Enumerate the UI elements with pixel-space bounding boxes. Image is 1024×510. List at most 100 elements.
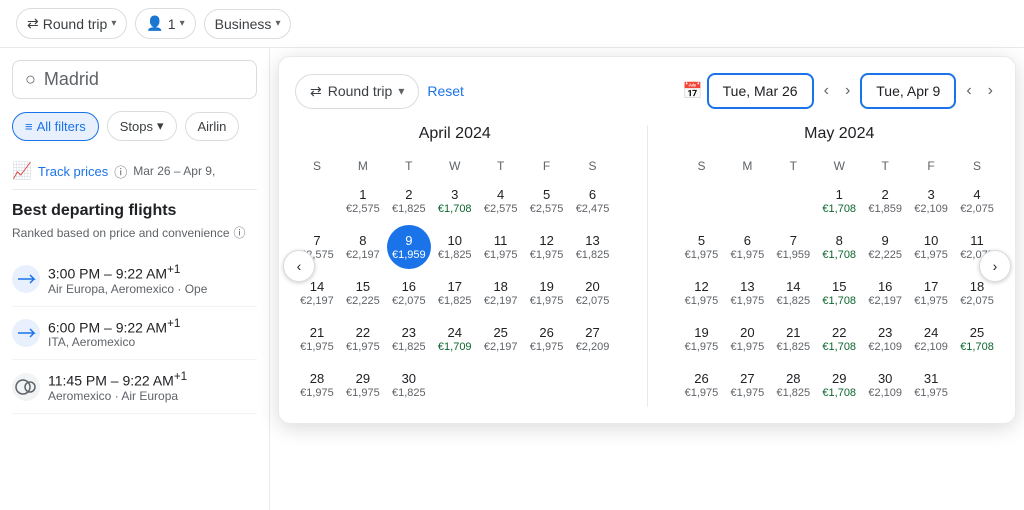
calendar-day[interactable]: 20 €2,075: [571, 271, 615, 315]
calendar-day[interactable]: 30 €2,109: [863, 363, 907, 407]
calendar-day[interactable]: 23 €1,825: [387, 317, 431, 361]
day-number: 8: [359, 233, 366, 248]
calendar-day[interactable]: 5 €1,975: [680, 225, 724, 269]
day-number: 31: [924, 371, 938, 386]
calendar-day[interactable]: 4 €2,575: [479, 179, 523, 223]
calendar-day[interactable]: 2 €1,825: [387, 179, 431, 223]
calendar-day[interactable]: 12 €1,975: [525, 225, 569, 269]
calendar-day[interactable]: 22 €1,708: [817, 317, 861, 361]
date-selectors: 📅 Tue, Mar 26 ‹ › Tue, Apr 9 ‹ ›: [683, 73, 999, 109]
calendar-day[interactable]: 9 €2,225: [863, 225, 907, 269]
calendar-day[interactable]: 15 €2,225: [341, 271, 385, 315]
calendar-day[interactable]: 17 €1,975: [909, 271, 953, 315]
day-number: 13: [740, 279, 754, 294]
calendar-day[interactable]: 4 €2,075: [955, 179, 999, 223]
calendar-day[interactable]: 2 €1,859: [863, 179, 907, 223]
calendar-day[interactable]: 6 €2,475: [571, 179, 615, 223]
reset-button[interactable]: Reset: [427, 83, 464, 99]
departure-prev-button[interactable]: ‹: [818, 78, 835, 104]
day-header: S: [955, 155, 999, 177]
calendar-day[interactable]: 24 €2,109: [909, 317, 953, 361]
calendar-day[interactable]: 14 €1,825: [771, 271, 815, 315]
calendar-day[interactable]: 6 €1,975: [725, 225, 769, 269]
calendar-day[interactable]: 16 €2,075: [387, 271, 431, 315]
airline-label: Airlin: [198, 119, 227, 134]
calendar-day[interactable]: 28 €1,975: [295, 363, 339, 407]
calendar-day[interactable]: 1 €1,708: [817, 179, 861, 223]
calendar-day[interactable]: 25 €2,197: [479, 317, 523, 361]
departure-date-selector[interactable]: Tue, Mar 26: [707, 73, 814, 109]
day-number: 19: [694, 325, 708, 340]
search-box[interactable]: ○ Madrid: [12, 60, 257, 99]
origin-input[interactable]: Madrid: [44, 69, 99, 90]
passengers-selector[interactable]: 👤 1 ▾: [135, 8, 195, 39]
calendar-day[interactable]: 19 €1,975: [680, 317, 724, 361]
track-prices-label[interactable]: Track prices: [38, 164, 108, 179]
roundtrip-selector[interactable]: ⇄ Round trip ▾: [295, 74, 419, 109]
all-filters-button[interactable]: ≡ All filters: [12, 112, 99, 141]
calendar-day[interactable]: 16 €2,197: [863, 271, 907, 315]
calendar-day[interactable]: 24 €1,709: [433, 317, 477, 361]
return-prev-button[interactable]: ‹: [960, 78, 977, 104]
flight-item-2[interactable]: 6:00 PM – 9:22 AM+1 ITA, Aeromexico: [12, 307, 257, 361]
calendar-day[interactable]: 23 €2,109: [863, 317, 907, 361]
calendar-day[interactable]: 17 €1,825: [433, 271, 477, 315]
calendar-day[interactable]: 9 €1,959: [387, 225, 431, 269]
calendar-day[interactable]: 25 €1,708: [955, 317, 999, 361]
calendar-day[interactable]: 26 €1,975: [680, 363, 724, 407]
calendar-day[interactable]: 11 €1,975: [479, 225, 523, 269]
calendar-day[interactable]: 13 €1,825: [571, 225, 615, 269]
calendar-day[interactable]: 3 €1,708: [433, 179, 477, 223]
calendar-day[interactable]: 30 €1,825: [387, 363, 431, 407]
calendar-day[interactable]: 15 €1,708: [817, 271, 861, 315]
calendar-day[interactable]: 18 €2,197: [479, 271, 523, 315]
calendar-day[interactable]: 29 €1,975: [341, 363, 385, 407]
calendar-right-nav[interactable]: ›: [979, 250, 1011, 282]
calendar-header-left: ⇄ Round trip ▾ Reset: [295, 74, 464, 109]
calendar-day[interactable]: 10 €1,975: [909, 225, 953, 269]
day-number: 12: [539, 233, 553, 248]
day-number: 11: [494, 233, 508, 248]
calendar-day[interactable]: 8 €2,197: [341, 225, 385, 269]
day-price: €2,575: [484, 203, 518, 215]
calendar-overlay: ⇄ Round trip ▾ Reset 📅 Tue, Mar 26 ‹ › T…: [278, 56, 1016, 424]
calendar-day[interactable]: 7 €1,959: [771, 225, 815, 269]
calendar-day[interactable]: 26 €1,975: [525, 317, 569, 361]
calendar-day[interactable]: 29 €1,708: [817, 363, 861, 407]
roundtrip-icon: ⇄: [310, 83, 322, 100]
day-number: 28: [786, 371, 800, 386]
flight-item-3[interactable]: 11:45 PM – 9:22 AM+1 Aeromexico · Air Eu…: [12, 360, 257, 414]
calendar-day[interactable]: 12 €1,975: [680, 271, 724, 315]
calendar-day[interactable]: 19 €1,975: [525, 271, 569, 315]
calendar-day[interactable]: 21 €1,825: [771, 317, 815, 361]
airline-filter-button[interactable]: Airlin: [185, 112, 240, 141]
calendar-day[interactable]: 1 €2,575: [341, 179, 385, 223]
calendar-day[interactable]: 5 €2,575: [525, 179, 569, 223]
calendar-left-nav[interactable]: ‹: [283, 250, 315, 282]
day-number: 25: [970, 325, 984, 340]
flight-item-1[interactable]: 3:00 PM – 9:22 AM+1 Air Europa, Aeromexi…: [12, 253, 257, 307]
round-trip-selector[interactable]: ⇄ Round trip ▾: [16, 8, 127, 39]
return-date-selector[interactable]: Tue, Apr 9: [860, 73, 956, 109]
cabin-class-selector[interactable]: Business ▾: [204, 9, 292, 39]
round-trip-label: Round trip: [43, 16, 108, 32]
calendar-day[interactable]: 27 €1,975: [725, 363, 769, 407]
departure-next-button[interactable]: ›: [839, 78, 856, 104]
day-header: S: [680, 155, 724, 177]
calendar-day[interactable]: 20 €1,975: [725, 317, 769, 361]
day-price: €1,959: [776, 249, 810, 261]
calendar-day[interactable]: 28 €1,825: [771, 363, 815, 407]
calendar-day[interactable]: 10 €1,825: [433, 225, 477, 269]
day-price: €1,975: [731, 341, 765, 353]
calendar-day[interactable]: 8 €1,708: [817, 225, 861, 269]
calendar-day[interactable]: 13 €1,975: [725, 271, 769, 315]
calendar-day[interactable]: 22 €1,975: [341, 317, 385, 361]
day-header: F: [525, 155, 569, 177]
calendar-day[interactable]: 3 €2,109: [909, 179, 953, 223]
return-next-button[interactable]: ›: [982, 78, 999, 104]
calendar-day[interactable]: 27 €2,209: [571, 317, 615, 361]
stops-filter-button[interactable]: Stops ▾: [107, 111, 177, 141]
calendar-day[interactable]: 21 €1,975: [295, 317, 339, 361]
passengers-chevron: ▾: [180, 18, 185, 29]
calendar-day[interactable]: 31 €1,975: [909, 363, 953, 407]
